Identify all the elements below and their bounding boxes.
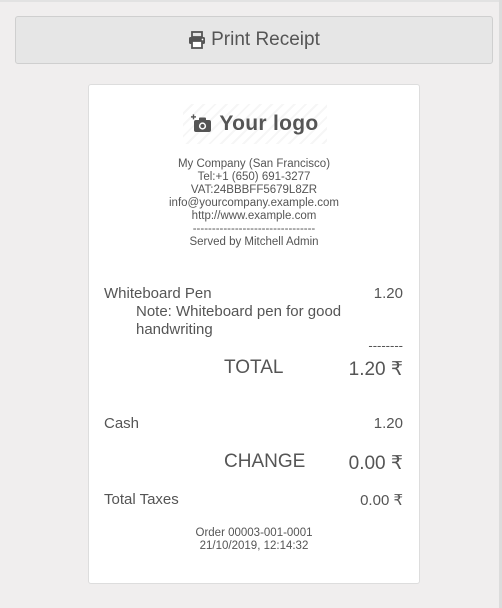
company-email: info@yourcompany.example.com (169, 197, 339, 209)
total-taxes-value: 0.00 ₹ (360, 492, 403, 509)
product-price: 1.20 (373, 285, 403, 302)
payment-method: Cash (104, 415, 140, 432)
print-receipt-label: Print Receipt (211, 29, 320, 50)
receipt: Your logo My Company (San Francisco) Tel… (88, 84, 420, 584)
header-separator: -------------------------------- (192, 223, 316, 235)
total-value: 1.20 ₹ (348, 359, 403, 380)
total-taxes-label: Total Taxes (104, 491, 179, 508)
company-contact-block: My Company (San Francisco) Tel:+1 (650) … (89, 158, 419, 249)
product-note-line2: handwriting (136, 321, 213, 338)
change-label: CHANGE (224, 451, 306, 472)
company-logo: Your logo (183, 104, 327, 144)
product-note-line1: Note: Whiteboard pen for good (136, 303, 342, 320)
company-name: My Company (San Francisco) (177, 158, 331, 170)
company-vat: VAT:24BBBFF5679L8ZR (190, 184, 318, 196)
print-receipt-button[interactable]: Print Receipt (15, 16, 493, 64)
served-by: Served by Mitchell Admin (189, 236, 319, 248)
change-value: 0.00 ₹ (348, 453, 403, 474)
logo-text: Your logo (219, 112, 319, 135)
order-datetime: 21/10/2019, 12:14:32 (199, 540, 309, 552)
total-separator: -------- (368, 338, 403, 353)
top-border (0, 0, 502, 2)
order-number: Order 00003-001-0001 (195, 527, 313, 539)
receipt-footer: Order 00003-001-0001 21/10/2019, 12:14:3… (89, 527, 419, 553)
payment-amount: 1.20 (373, 415, 403, 432)
company-website: http://www.example.com (191, 210, 317, 222)
camera-plus-icon (191, 114, 212, 132)
total-label: TOTAL (224, 357, 284, 378)
printer-icon (189, 31, 206, 49)
product-name: Whiteboard Pen (104, 285, 212, 302)
company-tel: Tel:+1 (650) 691-3277 (197, 171, 311, 183)
